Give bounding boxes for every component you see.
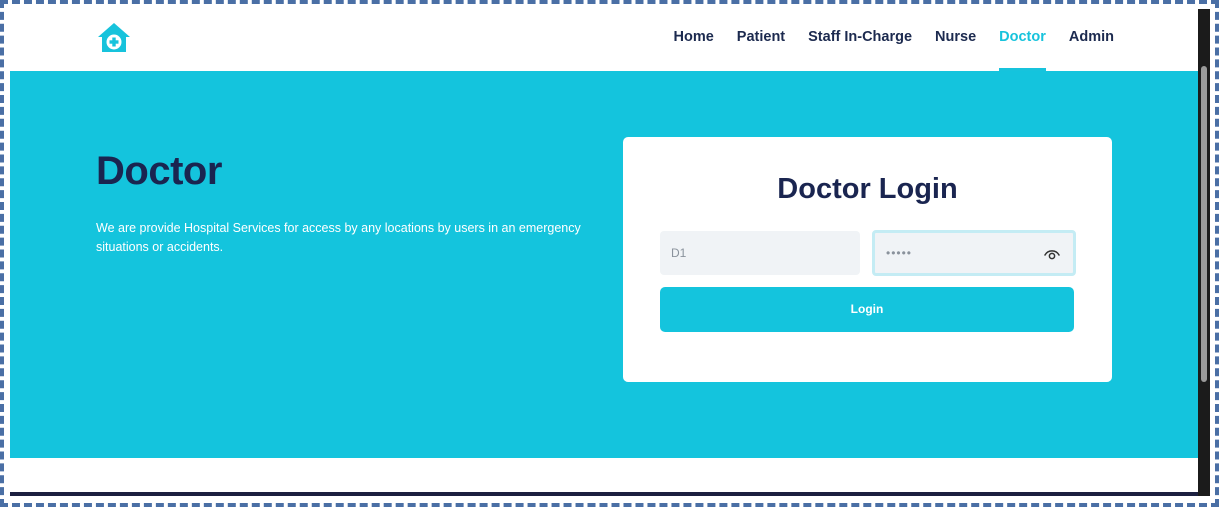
site-header: Home Patient Staff In-Charge Nurse Docto… (10, 9, 1198, 71)
username-input[interactable]: D1 (660, 231, 860, 275)
page-title: Doctor (96, 149, 222, 193)
password-input[interactable]: ••••• (872, 230, 1076, 276)
house-medical-cross-icon[interactable] (96, 21, 132, 55)
hero-description: We are provide Hospital Services for acc… (96, 221, 581, 254)
page-footer-area (10, 458, 1198, 496)
browser-viewport: Home Patient Staff In-Charge Nurse Docto… (10, 9, 1198, 496)
nav-nurse[interactable]: Nurse (935, 9, 976, 71)
login-title: Doctor Login (777, 173, 958, 205)
password-value: ••••• (886, 246, 913, 260)
scrollbar-thumb[interactable] (1201, 66, 1207, 382)
username-value: D1 (671, 246, 687, 260)
hero-section: Doctor We are provide Hospital Services … (10, 71, 1198, 458)
main-nav: Home Patient Staff In-Charge Nurse Docto… (673, 9, 1114, 71)
login-button[interactable]: Login (660, 287, 1074, 332)
nav-staff-in-charge[interactable]: Staff In-Charge (808, 9, 912, 71)
eye-icon[interactable] (1043, 245, 1061, 263)
vertical-scrollbar[interactable] (1198, 9, 1210, 496)
nav-doctor[interactable]: Doctor (999, 9, 1046, 71)
login-card: Doctor Login D1 ••••• Login (623, 137, 1112, 382)
nav-patient[interactable]: Patient (737, 9, 785, 71)
nav-admin[interactable]: Admin (1069, 9, 1114, 71)
bottom-divider (10, 492, 1198, 496)
nav-home[interactable]: Home (673, 9, 713, 71)
